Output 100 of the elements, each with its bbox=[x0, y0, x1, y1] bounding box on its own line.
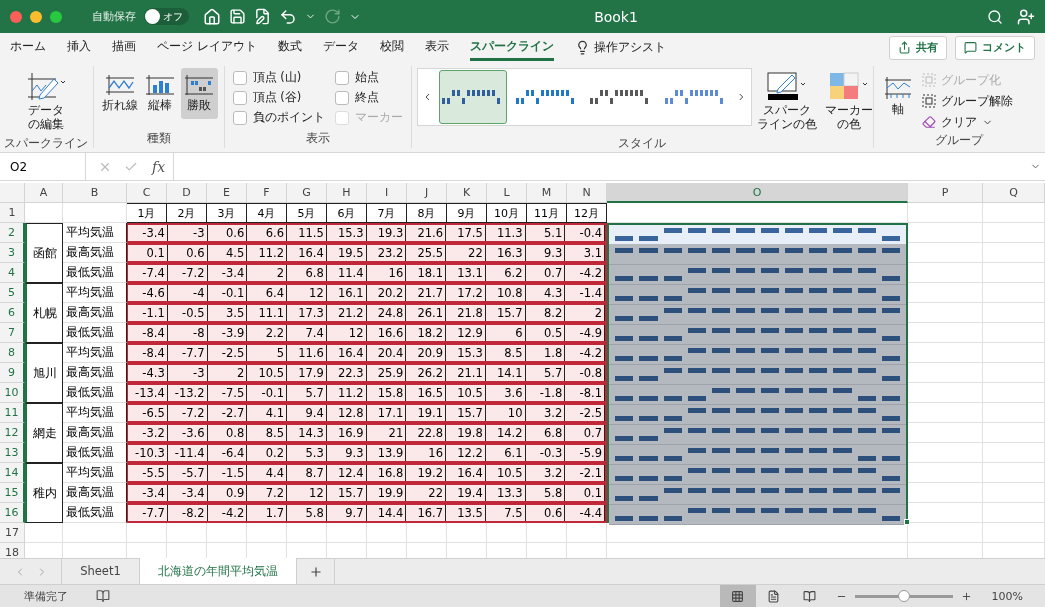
marker-color-button[interactable]: マーカー の色 bbox=[821, 68, 876, 135]
row-header[interactable]: 12 bbox=[0, 423, 25, 443]
insert-function-button[interactable]: fx bbox=[152, 158, 166, 175]
save-icon[interactable] bbox=[229, 8, 246, 25]
fill-handle[interactable] bbox=[904, 519, 910, 525]
row-header[interactable]: 18 bbox=[0, 543, 25, 558]
empty-cell[interactable] bbox=[908, 363, 983, 383]
person-icon[interactable] bbox=[1017, 7, 1035, 26]
empty-cell[interactable] bbox=[908, 343, 983, 363]
row-header[interactable]: 7 bbox=[0, 323, 25, 343]
empty-cell[interactable] bbox=[983, 383, 1045, 403]
column-header[interactable]: Q bbox=[983, 183, 1045, 203]
ribbon-tab[interactable]: ホーム bbox=[10, 34, 46, 61]
ribbon-tab[interactable]: 描画 bbox=[112, 34, 136, 61]
row-header[interactable]: 15 bbox=[0, 483, 25, 503]
zoom-in-icon[interactable] bbox=[960, 590, 972, 602]
ribbon-tab[interactable]: 表示 bbox=[424, 34, 449, 61]
empty-cell[interactable] bbox=[983, 503, 1045, 523]
name-box[interactable]: O2 bbox=[0, 153, 86, 180]
ribbon-tab[interactable]: 校閲 bbox=[379, 34, 404, 61]
sparkline-type-button[interactable]: 勝敗 bbox=[180, 68, 218, 119]
empty-cell[interactable] bbox=[983, 263, 1045, 283]
empty-cell[interactable] bbox=[908, 463, 983, 483]
comment-button[interactable]: コメント bbox=[955, 35, 1035, 60]
redo-icon[interactable] bbox=[324, 8, 341, 25]
normal-view-button[interactable] bbox=[719, 585, 756, 607]
ribbon-tab[interactable]: 数式 bbox=[277, 34, 302, 61]
column-header[interactable]: O bbox=[607, 183, 908, 203]
empty-cell[interactable] bbox=[908, 283, 983, 303]
ribbon-tab[interactable]: データ bbox=[322, 34, 359, 61]
empty-cell[interactable] bbox=[908, 443, 983, 463]
checkbox[interactable]: 始点 bbox=[334, 70, 403, 85]
empty-cell[interactable] bbox=[983, 483, 1045, 503]
checkbox[interactable]: 頂点 (谷) bbox=[232, 90, 325, 105]
empty-cell[interactable] bbox=[983, 443, 1045, 463]
empty-cell[interactable] bbox=[983, 323, 1045, 343]
empty-cell[interactable] bbox=[983, 343, 1045, 363]
row-header[interactable]: 1 bbox=[0, 203, 25, 223]
column-header[interactable]: M bbox=[527, 183, 567, 203]
empty-cell[interactable] bbox=[983, 463, 1045, 483]
ribbon-tab[interactable]: 挿入 bbox=[67, 34, 91, 61]
empty-cell[interactable] bbox=[908, 263, 983, 283]
row-header[interactable]: 10 bbox=[0, 383, 25, 403]
column-header[interactable]: H bbox=[327, 183, 367, 203]
empty-cell[interactable] bbox=[908, 323, 983, 343]
share-button[interactable]: 共有 bbox=[889, 35, 947, 60]
empty-cell[interactable] bbox=[908, 243, 983, 263]
select-all-button[interactable] bbox=[0, 183, 25, 203]
column-header[interactable]: D bbox=[167, 183, 207, 203]
row-header[interactable]: 5 bbox=[0, 283, 25, 303]
column-header[interactable]: B bbox=[63, 183, 127, 203]
row-header[interactable]: 13 bbox=[0, 443, 25, 463]
row-header[interactable]: 17 bbox=[0, 523, 25, 543]
row-header[interactable]: 14 bbox=[0, 463, 25, 483]
column-header[interactable]: G bbox=[287, 183, 327, 203]
column-header[interactable]: K bbox=[447, 183, 487, 203]
axis-button[interactable]: 軸 bbox=[879, 68, 916, 120]
group-command[interactable]: グループ解除 bbox=[921, 91, 1013, 111]
empty-cell[interactable] bbox=[983, 223, 1045, 243]
search-icon[interactable] bbox=[987, 8, 1003, 25]
column-header[interactable]: L bbox=[487, 183, 527, 203]
row-header[interactable]: 8 bbox=[0, 343, 25, 363]
autosave-toggle[interactable]: オフ bbox=[144, 8, 189, 25]
edit-file-icon[interactable] bbox=[254, 8, 271, 25]
column-header[interactable]: F bbox=[247, 183, 287, 203]
sparkline-color-button[interactable]: スパーク ラインの色 bbox=[753, 68, 820, 135]
column-header[interactable]: A bbox=[25, 183, 63, 203]
empty-cell[interactable] bbox=[908, 423, 983, 443]
empty-cell[interactable] bbox=[908, 523, 983, 543]
empty-cell[interactable] bbox=[983, 523, 1045, 543]
minimize-button[interactable] bbox=[30, 10, 42, 23]
row-header[interactable]: 4 bbox=[0, 263, 25, 283]
empty-cell[interactable] bbox=[983, 283, 1045, 303]
slider-thumb[interactable] bbox=[897, 589, 910, 602]
checkbox[interactable]: 負のポイント bbox=[232, 110, 325, 125]
zoom-button[interactable] bbox=[50, 10, 62, 23]
empty-cell[interactable] bbox=[908, 223, 983, 243]
empty-cell[interactable] bbox=[983, 243, 1045, 263]
row-header[interactable]: 16 bbox=[0, 503, 25, 523]
sparkline-type-button[interactable]: 折れ線 bbox=[99, 68, 140, 119]
sparkline-type-button[interactable]: 縦棒 bbox=[141, 68, 179, 119]
empty-cell[interactable] bbox=[983, 423, 1045, 443]
column-header[interactable]: P bbox=[908, 183, 983, 203]
empty-cell[interactable] bbox=[983, 403, 1045, 423]
group-command[interactable]: クリア bbox=[921, 112, 1013, 132]
empty-cell[interactable] bbox=[983, 363, 1045, 383]
column-header[interactable]: I bbox=[367, 183, 407, 203]
sheet-tab[interactable]: 北海道の年間平均気温 bbox=[140, 558, 297, 584]
row-header[interactable]: 3 bbox=[0, 243, 25, 263]
close-button[interactable] bbox=[10, 10, 22, 23]
empty-cell[interactable] bbox=[908, 403, 983, 423]
checkbox[interactable]: 頂点 (山) bbox=[232, 70, 325, 85]
empty-cell[interactable] bbox=[983, 303, 1045, 323]
tell-me-field[interactable]: 操作アシスト bbox=[593, 39, 666, 56]
row-header[interactable]: 6 bbox=[0, 303, 25, 323]
ribbon-tab[interactable]: ページ レイアウト bbox=[157, 34, 257, 61]
home-icon[interactable] bbox=[203, 7, 221, 26]
row-header[interactable]: 2 bbox=[0, 223, 25, 243]
row-header[interactable]: 11 bbox=[0, 403, 25, 423]
edit-data-button[interactable]: データ の編集 bbox=[23, 68, 70, 135]
